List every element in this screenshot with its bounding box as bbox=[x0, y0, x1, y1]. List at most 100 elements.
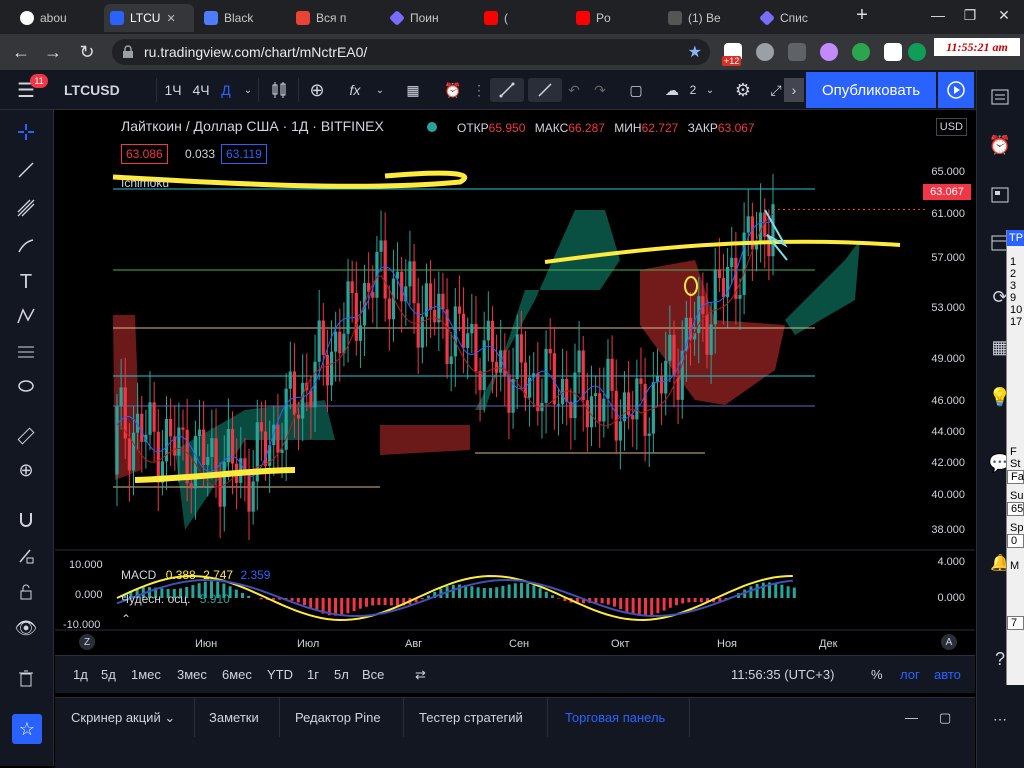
publish-button[interactable]: Опубликовать bbox=[806, 72, 936, 108]
range-3m[interactable]: 3мес bbox=[177, 667, 207, 682]
evernote-extension-icon[interactable] bbox=[852, 43, 870, 61]
bookmark-star-icon[interactable]: ★ bbox=[688, 42, 702, 62]
sell-price-button[interactable]: 63.086 bbox=[121, 144, 168, 164]
log-toggle[interactable]: лог bbox=[900, 667, 920, 682]
range-all[interactable]: Все bbox=[362, 667, 384, 682]
range-1d[interactable]: 1д bbox=[73, 667, 88, 682]
brush-icon[interactable] bbox=[12, 232, 40, 260]
reload-icon[interactable]: ↻ bbox=[74, 40, 100, 64]
symbol-search[interactable]: LTCUSD bbox=[64, 78, 124, 102]
candles-icon[interactable] bbox=[266, 78, 292, 102]
cloud-layout-icon[interactable]: ☁ bbox=[660, 78, 684, 102]
clock-display[interactable]: 11:56:35 (UTC+3) bbox=[731, 667, 834, 682]
percent-toggle[interactable]: % bbox=[871, 667, 883, 682]
zoom-reset-z-icon[interactable]: Z bbox=[79, 634, 95, 650]
layout-dropdown-icon[interactable]: ⌄ bbox=[704, 78, 716, 102]
visibility-eye-icon[interactable]: 👁 bbox=[12, 614, 40, 642]
tab-8[interactable]: (1) Be bbox=[662, 4, 750, 32]
crosshair-icon[interactable] bbox=[12, 118, 40, 146]
collapse-pane-icon[interactable]: ⌃ bbox=[121, 612, 137, 626]
range-ytd[interactable]: YTD bbox=[267, 667, 293, 682]
restore-icon[interactable]: ❐ bbox=[954, 0, 986, 30]
url-input[interactable]: ru.tradingview.com/chart/mNctrEA0/ ★ bbox=[112, 39, 710, 65]
alert-icon[interactable]: ⏰ bbox=[440, 78, 466, 102]
news-icon[interactable] bbox=[987, 182, 1013, 208]
interval-day[interactable]: Д bbox=[216, 78, 236, 102]
close-tab-icon[interactable]: ✕ bbox=[166, 12, 175, 25]
pattern-icon[interactable] bbox=[12, 302, 40, 330]
expand-icon[interactable]: ⤢ bbox=[768, 78, 784, 102]
tab-2-active[interactable]: LTCU ✕ bbox=[104, 4, 194, 32]
magnet-icon[interactable] bbox=[12, 506, 40, 534]
drag-handle-icon[interactable]: ⋮ bbox=[472, 78, 486, 102]
trendline-icon[interactable] bbox=[12, 156, 40, 184]
range-1y[interactable]: 1г bbox=[307, 667, 319, 682]
fullscreen-select-icon[interactable]: ▢ bbox=[624, 78, 648, 102]
minimize-panel-icon[interactable]: — bbox=[905, 710, 918, 725]
trendline-tool-icon[interactable] bbox=[490, 78, 524, 102]
auto-scale-a-icon[interactable]: A bbox=[941, 634, 957, 650]
dialog-field[interactable]: 65 bbox=[1007, 502, 1024, 516]
tab-9[interactable]: Спис bbox=[754, 4, 842, 32]
replay-play-icon[interactable] bbox=[938, 72, 974, 108]
layout-count[interactable]: 2 bbox=[686, 78, 700, 102]
flower-extension-icon[interactable] bbox=[820, 43, 838, 61]
tab-1[interactable]: abou bbox=[14, 4, 102, 32]
range-6m[interactable]: 6мес bbox=[222, 667, 252, 682]
tab-stock-screener[interactable]: Скринер акций ⌄ bbox=[71, 710, 175, 726]
tab-6[interactable]: ( bbox=[478, 4, 566, 32]
favorites-star-icon[interactable]: ☆ bbox=[12, 714, 42, 744]
tab-5[interactable]: Поин bbox=[384, 4, 472, 32]
dialog-field[interactable]: 7 bbox=[1007, 616, 1024, 630]
range-1m[interactable]: 1мес bbox=[131, 667, 161, 682]
currency-badge[interactable]: USD bbox=[935, 118, 967, 136]
tab-strategy-tester[interactable]: Тестер стратегий bbox=[419, 710, 523, 725]
dialog-field[interactable]: Fa bbox=[1007, 470, 1024, 484]
tab-pine-editor[interactable]: Редактор Pine bbox=[295, 710, 381, 725]
settings-gear-icon[interactable]: ⚙ bbox=[730, 78, 756, 102]
qr-extension-icon[interactable] bbox=[884, 43, 902, 61]
chart-pane[interactable]: Лайткоин / Доллар США · 1Д · BITFINEX ОТ… bbox=[55, 110, 975, 655]
globe-extension-icon[interactable] bbox=[756, 43, 774, 61]
interval-1h[interactable]: 1Ч bbox=[160, 78, 186, 102]
undo-icon[interactable]: ↶ bbox=[564, 78, 584, 102]
indicators-icon[interactable]: fx bbox=[342, 78, 368, 102]
close-window-icon[interactable]: ✕ bbox=[988, 0, 1020, 30]
back-icon[interactable]: ← bbox=[8, 40, 34, 64]
indicators-dropdown-icon[interactable]: ⌄ bbox=[372, 78, 388, 102]
interval-dropdown-icon[interactable]: ⌄ bbox=[238, 78, 258, 102]
tab-4[interactable]: Вся п bbox=[290, 4, 378, 32]
maximize-panel-icon[interactable]: ▢ bbox=[939, 710, 951, 726]
interval-4h[interactable]: 4Ч bbox=[188, 78, 214, 102]
range-5y[interactable]: 5л bbox=[334, 667, 349, 682]
zoom-in-icon[interactable]: ⊕ bbox=[12, 456, 40, 484]
unlock-icon[interactable] bbox=[12, 578, 40, 606]
pitchfork-icon[interactable] bbox=[12, 194, 40, 222]
alarm-clock-icon[interactable]: ⏰ bbox=[987, 132, 1013, 158]
tab-3[interactable]: Black bbox=[198, 4, 286, 32]
trash-icon[interactable] bbox=[12, 664, 40, 692]
goto-date-icon[interactable]: ⇄ bbox=[415, 667, 426, 683]
prediction-icon[interactable] bbox=[12, 338, 40, 366]
range-5d[interactable]: 5д bbox=[101, 667, 116, 682]
templates-icon[interactable]: ▦ bbox=[400, 78, 426, 102]
auto-toggle[interactable]: авто bbox=[934, 667, 961, 682]
grid-extension-icon[interactable] bbox=[788, 43, 806, 61]
watchlist-icon[interactable] bbox=[987, 84, 1013, 110]
shapes-icon[interactable] bbox=[12, 372, 40, 400]
buy-price-button[interactable]: 63.119 bbox=[221, 144, 267, 164]
minimize-icon[interactable]: — bbox=[922, 0, 954, 30]
tab-trading-panel[interactable]: Торговая панель bbox=[565, 710, 665, 725]
scroll-right-icon[interactable]: › bbox=[784, 78, 804, 102]
tab-7[interactable]: Po bbox=[570, 4, 658, 32]
add-indicator-icon[interactable]: ⊕ bbox=[304, 78, 330, 102]
d-extension-icon[interactable] bbox=[908, 43, 926, 61]
dialog-field[interactable]: 0 bbox=[1007, 534, 1024, 548]
floating-dialog-partial[interactable]: TP 1 2 3 9 10 17 F St Fa Su 65 Sp 0 M 7 bbox=[1006, 230, 1024, 685]
lock-drawings-icon[interactable] bbox=[12, 542, 40, 570]
ray-tool-icon[interactable] bbox=[528, 78, 562, 102]
text-tool-icon[interactable]: T bbox=[12, 268, 40, 296]
more-dots-icon[interactable]: ⋯ bbox=[987, 706, 1013, 732]
ruler-icon[interactable] bbox=[12, 422, 40, 450]
redo-icon[interactable]: ↷ bbox=[590, 78, 610, 102]
